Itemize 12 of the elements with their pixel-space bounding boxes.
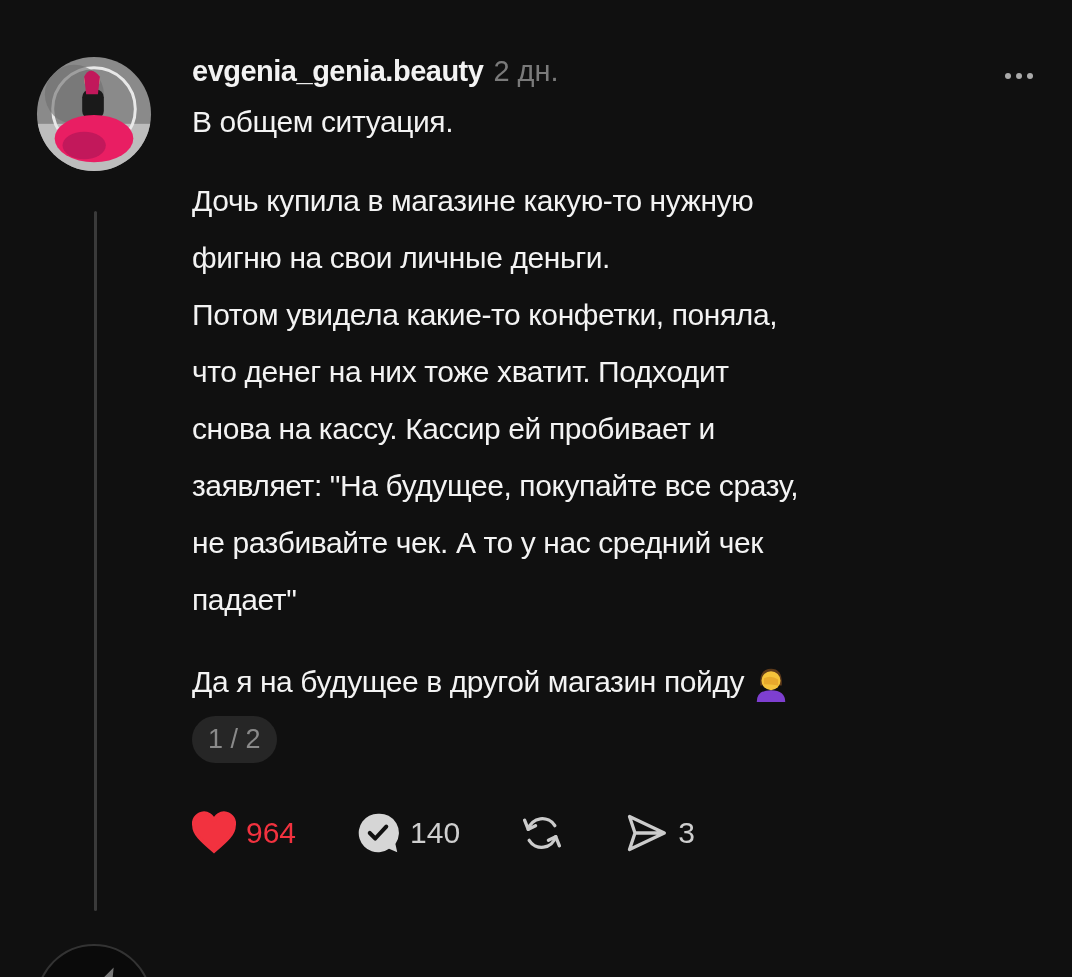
speech-bubble-check-icon[interactable] <box>356 811 401 855</box>
post-paragraph: Да я на будущее в другой магазин пойду <box>192 664 745 700</box>
action-count: 140 <box>410 816 461 850</box>
post-paragraph: Дочь купила в магазине какую-то нужную фигню на свои личные деньги. Потом увидела какие-то конфетки, поняла, что денег на них тоже хватит. Подходит снова на кассу. Кассир ей пробивает и заявляет: "На будущее, покупайте все сразу, не разбивайте чек. А то у нас средний чек падает" <box>192 183 799 618</box>
post-time: 2 дн. <box>493 55 559 88</box>
page-indicator: 1 / 2 <box>192 716 277 763</box>
heart-icon[interactable] <box>192 811 236 855</box>
action-count: 964 <box>246 816 297 850</box>
username[interactable]: evgenia_genia.beauty <box>192 55 484 88</box>
action-count: 3 <box>678 816 695 850</box>
post-paragraph: В общем ситуация. <box>192 104 454 140</box>
more-icon[interactable] <box>1004 72 1034 80</box>
